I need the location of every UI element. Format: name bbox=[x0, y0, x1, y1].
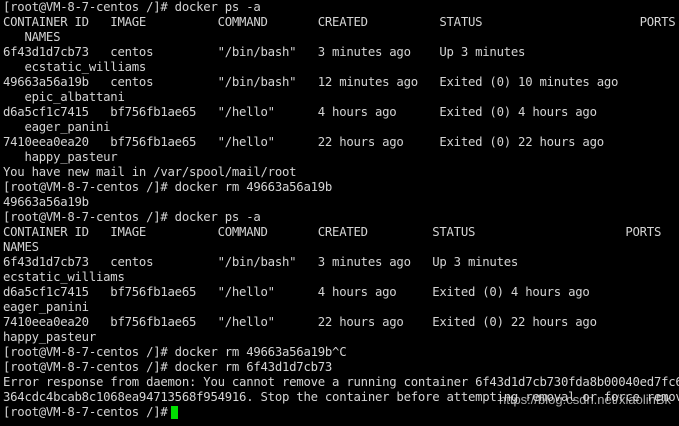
terminal-line: 7410eea0ea20 bf756fb1ae65 "/hello" 22 ho… bbox=[3, 135, 604, 149]
terminal-line: 7410eea0ea20 bf756fb1ae65 "/hello" 22 ho… bbox=[3, 315, 597, 329]
terminal-line: NAMES bbox=[3, 30, 61, 44]
terminal-line: NAMES bbox=[3, 240, 39, 254]
terminal-line: [root@VM-8-7-centos /]# docker rm 6f43d1… bbox=[3, 360, 333, 374]
terminal-line: d6a5cf1c7415 bf756fb1ae65 "/hello" 4 hou… bbox=[3, 285, 590, 299]
terminal-line: [root@VM-8-7-centos /]# docker ps -a bbox=[3, 210, 261, 224]
terminal-line: 6f43d1d7cb73 centos "/bin/bash" 3 minute… bbox=[3, 45, 526, 59]
terminal-line: CONTAINER ID IMAGE COMMAND CREATED STATU… bbox=[3, 15, 676, 29]
terminal-line: ecstatic_williams bbox=[3, 270, 125, 284]
watermark-text: https://blog.csdn.net/xiaolinBk bbox=[499, 392, 671, 407]
terminal-line: [root@VM-8-7-centos /]# docker rm 49663a… bbox=[3, 345, 347, 359]
terminal-line: [root@VM-8-7-centos /]# docker ps -a bbox=[3, 0, 261, 14]
terminal-line: eager_panini bbox=[3, 300, 89, 314]
terminal-line: 6f43d1d7cb73 centos "/bin/bash" 3 minute… bbox=[3, 255, 519, 269]
terminal-line: happy_pasteur bbox=[3, 150, 118, 164]
terminal-cursor bbox=[171, 406, 178, 419]
terminal-line: CONTAINER ID IMAGE COMMAND CREATED STATU… bbox=[3, 225, 662, 239]
terminal-prompt-line[interactable]: [root@VM-8-7-centos /]# bbox=[3, 405, 175, 420]
terminal-line: d6a5cf1c7415 bf756fb1ae65 "/hello" 4 hou… bbox=[3, 105, 597, 119]
terminal-window[interactable]: [root@VM-8-7-centos /]# docker ps -a CON… bbox=[0, 0, 679, 426]
terminal-line: 49663a56a19b bbox=[3, 195, 89, 209]
terminal-line: 49663a56a19b centos "/bin/bash" 12 minut… bbox=[3, 75, 619, 89]
terminal-line: Error response from daemon: You cannot r… bbox=[3, 375, 679, 389]
terminal-line: happy_pasteur bbox=[3, 330, 96, 344]
terminal-line: epic_albattani bbox=[3, 90, 125, 104]
terminal-line: [root@VM-8-7-centos /]# docker rm 49663a… bbox=[3, 180, 333, 194]
terminal-line: You have new mail in /var/spool/mail/roo… bbox=[3, 165, 297, 179]
terminal-line: ecstatic_williams bbox=[3, 60, 147, 74]
terminal-line: eager_panini bbox=[3, 120, 111, 134]
